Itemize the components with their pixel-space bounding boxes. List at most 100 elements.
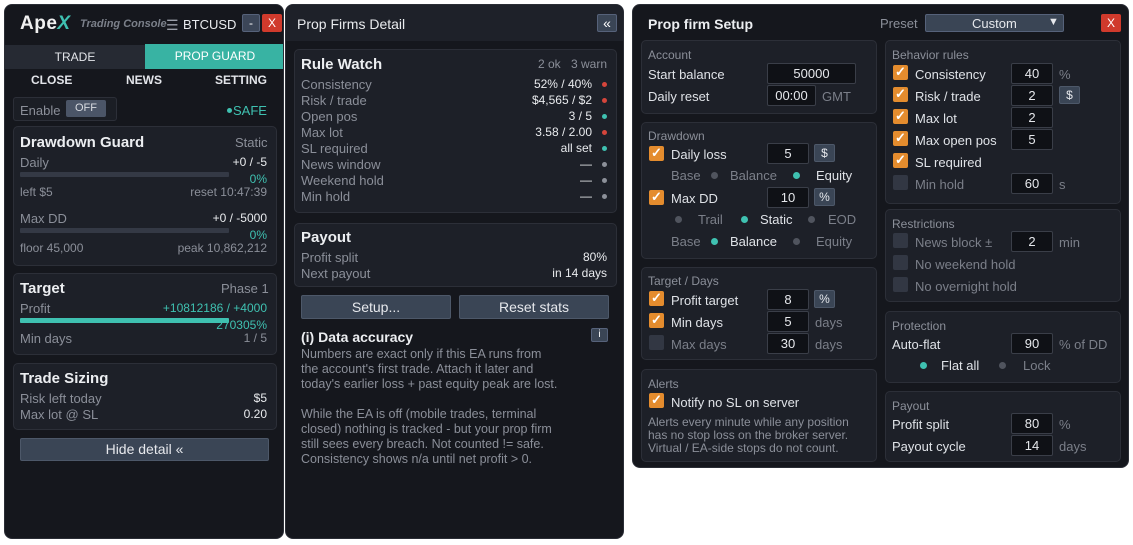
base1-balance-radio[interactable] [711,172,718,179]
base2-equity-radio[interactable] [793,238,800,245]
min-days-checkbox[interactable] [649,312,664,328]
hamburger-icon[interactable]: ☰ [166,17,179,34]
console-close-button[interactable]: X [262,14,282,32]
max-dd-unit-button[interactable]: % [814,188,835,206]
tab-prop-guard[interactable]: PROP GUARD [145,44,283,69]
payout-cycle-input[interactable]: 14 [1011,435,1053,456]
payout-cycle-label: Payout cycle [892,439,966,454]
risk-trade-input[interactable]: 2 [1011,85,1053,106]
rule-status-dot [602,130,607,135]
auto-flat-input[interactable]: 90 [1011,333,1053,354]
flat-all-radio[interactable] [920,362,927,369]
max-days-label: Max days [671,337,727,352]
setup-button[interactable]: Setup... [301,295,451,319]
max-days-unit: days [815,337,843,352]
daily-loss-checkbox[interactable] [649,145,664,161]
profit-target-input[interactable]: 8 [767,289,809,310]
daily-reset-label: Daily reset [648,89,710,104]
min-hold-unit: s [1059,177,1066,192]
risk-trade-label: Risk / trade [915,89,981,104]
sl-required-checkbox[interactable] [893,152,908,168]
eod-radio[interactable] [808,216,815,223]
max-lot-checkbox[interactable] [893,108,908,124]
setup-close-button[interactable]: X [1101,14,1121,32]
daily-loss-input[interactable]: 5 [767,143,809,164]
maxdd-progress-bar [20,228,229,233]
news-block-checkbox[interactable] [893,233,908,248]
max-open-pos-input[interactable]: 5 [1011,129,1053,150]
rule-label: Weekend hold [301,173,384,188]
start-balance-input[interactable]: 50000 [767,63,856,84]
hide-detail-button[interactable]: Hide detail « [20,438,269,461]
prop-firms-detail-panel: Prop Firms Detail « Rule Watch 2 ok 3 wa… [285,4,624,539]
rule-status-dot [602,82,607,87]
no-weekend-hold-checkbox[interactable] [893,255,908,270]
trail-radio[interactable] [675,216,682,223]
maxlot-sl-value: 0.20 [243,407,267,421]
profit-target-unit-button[interactable]: % [814,290,835,308]
min-days-input[interactable]: 5 [767,311,809,332]
enable-toggle[interactable]: OFF [66,100,106,117]
daily-reset-unit: GMT [822,89,851,104]
max-days-checkbox[interactable] [649,335,664,350]
max-days-input[interactable]: 30 [767,333,809,354]
accuracy-title: (i) Data accuracy [301,329,414,345]
reset-stats-button[interactable]: Reset stats [459,295,609,319]
profit-value: +10812186 / +4000 [162,301,267,315]
profit-split-input[interactable]: 80 [1011,413,1053,434]
profit-progress-fill [20,318,229,323]
max-dd-label: Max DD [671,191,718,206]
consistency-input[interactable]: 40 [1011,63,1053,84]
accuracy-line: still sees every breach. Not counted != … [301,437,544,451]
notify-no-sl-checkbox[interactable] [649,392,664,408]
rule-value: $4,565 / $2 [531,93,592,107]
daily-loss-label: Daily loss [671,147,727,162]
max-lot-label: Max lot [915,111,957,126]
tab-trade[interactable]: TRADE [5,45,145,69]
no-weekend-hold-label: No weekend hold [915,257,1016,272]
setup-drawdown-title: Drawdown [648,129,705,143]
daily-reset-input[interactable]: 00:00 [767,85,816,106]
rule-label: Min hold [301,189,351,204]
lock-radio[interactable] [999,362,1006,369]
news-block-input[interactable]: 2 [1011,231,1053,252]
base2-balance-label: Balance [730,234,777,249]
accuracy-line: the account's first trade. Attach it lat… [301,362,534,376]
min-hold-checkbox[interactable] [893,175,908,190]
rule-value: all set [560,141,592,155]
min-days-label: Min days [671,315,724,330]
rule-value: — [580,157,592,171]
accuracy-info-button[interactable]: i [591,328,608,342]
preset-select[interactable]: Custom ▼ [925,14,1064,32]
start-balance-label: Start balance [648,67,725,82]
no-overnight-hold-checkbox[interactable] [893,277,908,292]
subtab-news[interactable]: NEWS [126,73,162,87]
setup-payout-title: Payout [892,399,930,413]
subtab-setting[interactable]: SETTING [215,73,267,87]
collapse-button[interactable]: « [597,14,617,32]
profit-target-checkbox[interactable] [649,290,664,306]
max-lot-input[interactable]: 2 [1011,107,1053,128]
min-hold-input[interactable]: 60 [1011,173,1053,194]
rule-value: 3 / 5 [568,109,592,123]
consistency-checkbox[interactable] [893,64,908,80]
detail-next-label: Next payout [301,266,371,281]
profit-pct: 270305% [216,318,267,332]
risk-trade-checkbox[interactable] [893,86,908,102]
daily-left: left $5 [20,185,53,199]
base2-balance-radio[interactable] [711,238,718,245]
prop-firm-setup-panel: Prop firm Setup Preset Custom ▼ X Accoun… [632,4,1129,468]
max-dd-input[interactable]: 10 [767,187,809,208]
risk-trade-unit-button[interactable]: $ [1059,86,1080,104]
max-dd-checkbox[interactable] [649,189,664,205]
static-radio[interactable] [741,216,748,223]
maxdd-pct: 0% [249,228,267,242]
minimize-button[interactable]: - [242,14,260,32]
notify-no-sl-label: Notify no SL on server [671,395,800,410]
base1-equity-radio[interactable] [793,172,800,179]
subtab-close[interactable]: CLOSE [31,73,72,87]
accuracy-line: Numbers are exact only if this EA runs f… [301,347,542,361]
max-open-pos-checkbox[interactable] [893,130,908,146]
daily-loss-unit-button[interactable]: $ [814,144,835,162]
rule-label: Risk / trade [301,93,367,108]
